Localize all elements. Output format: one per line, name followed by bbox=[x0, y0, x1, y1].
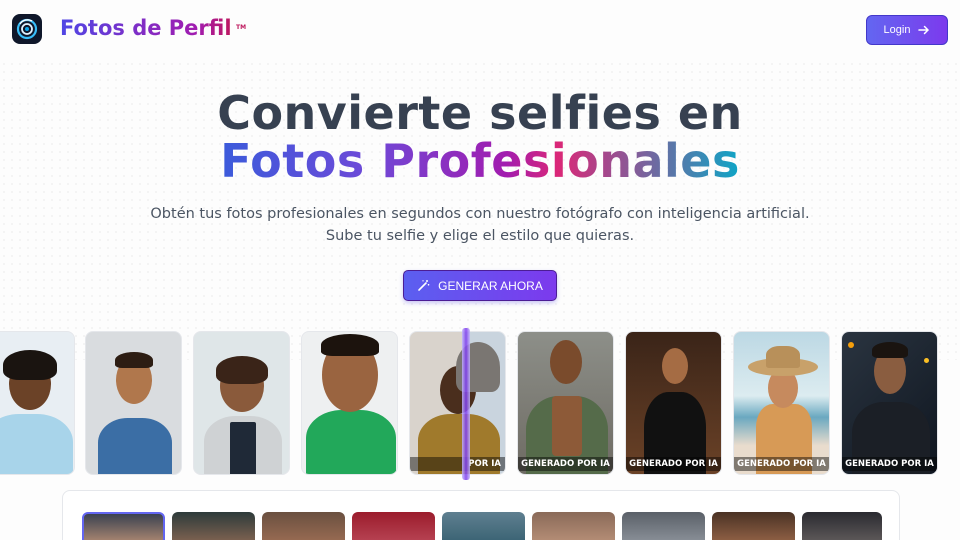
selfie-card[interactable] bbox=[0, 331, 75, 475]
before-after-slider-handle[interactable] bbox=[462, 328, 470, 480]
split-card[interactable]: POR IA bbox=[409, 331, 506, 475]
generated-card[interactable]: GENERADO POR IA bbox=[733, 331, 830, 475]
style-thumbnail[interactable] bbox=[172, 512, 255, 540]
top-bar: Fotos de Perfil TM Login bbox=[0, 0, 960, 60]
person-shirt bbox=[230, 422, 256, 474]
person-hair bbox=[872, 342, 908, 358]
style-thumbnail[interactable] bbox=[82, 512, 165, 540]
generated-card[interactable]: GENERADO POR IA bbox=[841, 331, 938, 475]
selfie-card[interactable] bbox=[301, 331, 398, 475]
person-figure bbox=[0, 414, 73, 474]
style-thumbnail[interactable] bbox=[442, 512, 525, 540]
login-button[interactable]: Login bbox=[866, 15, 948, 45]
hat-crown bbox=[766, 346, 800, 368]
bokeh-light bbox=[924, 358, 929, 363]
person-torso bbox=[552, 396, 582, 456]
hero-title-line1: Convierte selfies en bbox=[217, 86, 743, 140]
trademark-mark: TM bbox=[236, 24, 247, 31]
person-hair bbox=[115, 352, 153, 368]
logo[interactable] bbox=[12, 14, 42, 44]
card-tag: GENERADO POR IA bbox=[626, 457, 721, 471]
style-thumbnail[interactable] bbox=[532, 512, 615, 540]
bokeh-light bbox=[848, 342, 854, 348]
hero-title-line2: Fotos Profesionales bbox=[0, 134, 960, 188]
generate-now-label: GENERAR AHORA bbox=[438, 278, 543, 293]
style-thumbnail[interactable] bbox=[262, 512, 345, 540]
person-figure bbox=[98, 418, 172, 474]
magic-wand-icon bbox=[418, 280, 430, 291]
style-thumbnail[interactable] bbox=[712, 512, 795, 540]
person-head bbox=[662, 348, 688, 384]
person-hair bbox=[321, 334, 379, 356]
camera-lens-icon bbox=[16, 18, 38, 40]
style-thumbnail[interactable] bbox=[352, 512, 435, 540]
card-tag: GENERADO POR IA bbox=[518, 457, 613, 471]
person-head bbox=[550, 340, 582, 384]
style-thumbnail[interactable] bbox=[622, 512, 705, 540]
generated-card[interactable]: GENERADO POR IA bbox=[517, 331, 614, 475]
person-hair bbox=[216, 356, 268, 384]
person-hair bbox=[3, 350, 57, 380]
card-tag: POR IA bbox=[410, 457, 505, 471]
login-label: Login bbox=[883, 24, 911, 36]
selfie-card[interactable] bbox=[85, 331, 182, 475]
brand-name[interactable]: Fotos de Perfil bbox=[60, 16, 232, 40]
selfie-card[interactable] bbox=[193, 331, 290, 475]
hero-subtitle-line1: Obtén tus fotos profesionales en segundo… bbox=[150, 206, 810, 222]
person-figure bbox=[306, 410, 396, 474]
arrow-right-icon bbox=[918, 25, 930, 35]
card-tag: GENERADO POR IA bbox=[734, 457, 829, 471]
hero-subtitle-line2: Sube tu selfie y elige el estilo que qui… bbox=[325, 228, 635, 244]
generate-now-button[interactable]: GENERAR AHORA bbox=[403, 270, 557, 301]
generated-card[interactable]: GENERADO POR IA bbox=[625, 331, 722, 475]
hero-title-gradient: Fotos Profesionales bbox=[220, 134, 740, 188]
style-thumbnail[interactable] bbox=[802, 512, 882, 540]
card-tag: GENERADO POR IA bbox=[842, 457, 937, 471]
